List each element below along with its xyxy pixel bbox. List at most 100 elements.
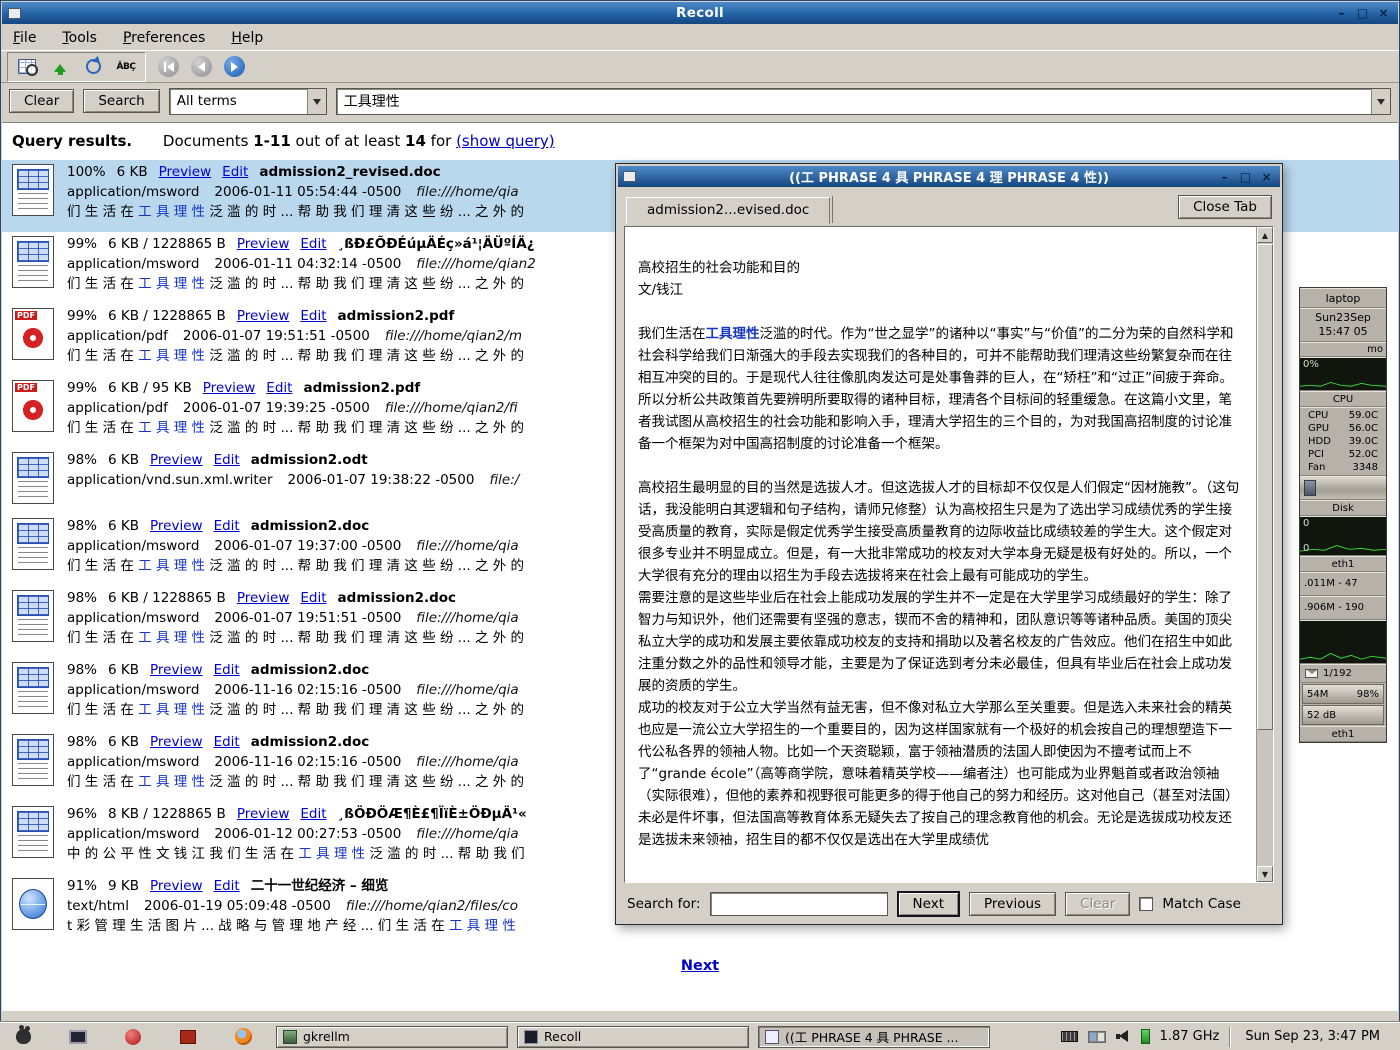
- search-input[interactable]: [344, 93, 1372, 109]
- memory-percent: 98%: [1357, 689, 1379, 700]
- close-button[interactable]: ×: [1375, 6, 1392, 21]
- result-preview-link[interactable]: Preview: [237, 806, 290, 822]
- preview-maximize-button[interactable]: □: [1237, 169, 1254, 184]
- query-combo[interactable]: [336, 88, 1391, 115]
- show-query-link[interactable]: (show query): [456, 132, 555, 150]
- titlebar[interactable]: Recoll – □ ×: [2, 2, 1398, 24]
- minimize-button[interactable]: –: [1333, 6, 1350, 21]
- result-preview-link[interactable]: Preview: [203, 380, 256, 396]
- clear-button[interactable]: Clear: [9, 89, 74, 113]
- pager-icon[interactable]: [1088, 1031, 1106, 1043]
- result-preview-link[interactable]: Preview: [150, 452, 203, 468]
- preview-scrollbar[interactable]: ▲ ▼: [1256, 227, 1273, 882]
- close-tab-button[interactable]: Close Tab: [1178, 195, 1272, 219]
- scroll-up-icon[interactable]: ▲: [1257, 227, 1273, 243]
- gkrellm-krell-slider[interactable]: [1300, 476, 1386, 500]
- firefox-icon[interactable]: [232, 1026, 254, 1048]
- taskbar-task-recoll[interactable]: Recoll: [517, 1026, 749, 1048]
- result-pct: 99%: [67, 308, 97, 324]
- result-preview-link[interactable]: Preview: [150, 518, 203, 534]
- snippet-post: 泛 滥 的 时 ... 帮 助 我 们 理 清 这 些 纷 ... 之 外 的: [205, 774, 524, 790]
- search-button[interactable]: Search: [83, 89, 159, 113]
- result-preview-link[interactable]: Preview: [237, 236, 290, 252]
- history-icon[interactable]: [81, 55, 105, 79]
- find-input[interactable]: [710, 892, 888, 916]
- preview-close-button[interactable]: ×: [1258, 169, 1275, 184]
- result-preview-link[interactable]: Preview: [237, 590, 290, 606]
- memory-meter[interactable]: 54M 98%: [1302, 684, 1384, 704]
- result-edit-link[interactable]: Edit: [300, 236, 326, 252]
- snippet-pre: 们 生 活 在: [67, 420, 138, 436]
- result-preview-link[interactable]: Preview: [159, 164, 212, 180]
- gkrellm-clock: Sun23Sep 15:47 05: [1300, 308, 1386, 342]
- scroll-down-icon[interactable]: ▼: [1257, 866, 1273, 882]
- result-mime: application/msword: [67, 682, 199, 698]
- next-page-link[interactable]: Next: [681, 958, 719, 974]
- find-next-button[interactable]: Next: [897, 891, 960, 917]
- preview-content[interactable]: 高校招生的社会功能和目的 文/钱江 我们生活在工具理性泛滥的时代。作为“世之显学…: [625, 227, 1256, 882]
- display-icon[interactable]: [67, 1026, 89, 1048]
- taskbar: gkrellm Recoll ((工 PHRASE 4 具 PHRASE ...…: [0, 1022, 1400, 1050]
- preview-titlebar[interactable]: ((工 PHRASE 4 具 PHRASE 4 理 PHRASE 4 性)) –…: [618, 166, 1280, 187]
- result-edit-link[interactable]: Edit: [214, 878, 240, 894]
- menu-preferences[interactable]: Preferences: [123, 30, 205, 46]
- result-range: 1-11: [253, 132, 291, 150]
- power-icon[interactable]: [1141, 1029, 1150, 1044]
- gkrellm-monitor[interactable]: laptop Sun23Sep 15:47 05 mo 0% CPU CPU59…: [1299, 287, 1387, 743]
- chevron-down-icon[interactable]: [307, 89, 326, 114]
- snippet-post: 泛 滥 的 时 ... 帮 助 我 们 理 清 这 些 纷 ... 之 外 的: [205, 204, 524, 220]
- search-mode-select[interactable]: All terms: [169, 88, 327, 115]
- media-player-icon[interactable]: [122, 1026, 144, 1048]
- search-bar: Clear Search All terms: [1, 83, 1399, 119]
- sort-ascending-icon[interactable]: [48, 55, 72, 79]
- result-edit-link[interactable]: Edit: [214, 452, 240, 468]
- menu-help[interactable]: Help: [231, 30, 263, 46]
- find-clear-button[interactable]: Clear: [1065, 892, 1130, 916]
- preview-minimize-button[interactable]: –: [1216, 169, 1233, 184]
- result-preview-link[interactable]: Preview: [150, 734, 203, 750]
- result-edit-link[interactable]: Edit: [266, 380, 292, 396]
- disk-label: Disk: [1300, 500, 1386, 516]
- pdf-file-icon: [12, 308, 54, 360]
- package-icon[interactable]: [177, 1026, 199, 1048]
- match-case-checkbox[interactable]: [1139, 897, 1153, 911]
- result-mime: application/vnd.sun.xml.writer: [67, 472, 273, 488]
- table-search-icon[interactable]: [15, 55, 39, 79]
- sensor-list: CPU59.0C GPU56.0C HDD39.0C PCI52.0C Fan3…: [1300, 407, 1386, 476]
- result-edit-link[interactable]: Edit: [222, 164, 248, 180]
- mail-monitor[interactable]: 1/192: [1300, 664, 1386, 683]
- signal-meter[interactable]: 52 dB: [1302, 705, 1384, 725]
- snippet-post: 泛 滥 的 时 ... 帮 助 我 们 理 清 这 些 纷 ... 之 外 的: [205, 420, 524, 436]
- taskbar-clock[interactable]: Sun Sep 23, 3:47 PM: [1241, 1029, 1390, 1044]
- footprint-icon[interactable]: [12, 1026, 34, 1048]
- maximize-button[interactable]: □: [1354, 6, 1371, 21]
- result-edit-link[interactable]: Edit: [214, 734, 240, 750]
- menu-file[interactable]: File: [13, 30, 36, 46]
- docs-word: Documents: [163, 132, 249, 150]
- result-edit-link[interactable]: Edit: [300, 590, 326, 606]
- scrollbar-track[interactable]: [1257, 243, 1273, 866]
- gkrellm-hostname: laptop: [1300, 288, 1386, 308]
- previous-page-icon[interactable]: [191, 56, 212, 77]
- result-preview-link[interactable]: Preview: [150, 878, 203, 894]
- next-page-icon[interactable]: [224, 56, 245, 77]
- menu-tools[interactable]: Tools: [62, 30, 97, 46]
- result-preview-link[interactable]: Preview: [237, 308, 290, 324]
- scrollbar-thumb[interactable]: [1257, 244, 1273, 730]
- gkrellm-time: 15:47 05: [1303, 325, 1383, 339]
- taskbar-task-preview[interactable]: ((工 PHRASE 4 具 PHRASE ...: [758, 1026, 990, 1048]
- result-edit-link[interactable]: Edit: [214, 662, 240, 678]
- taskbar-task-gkrellm[interactable]: gkrellm: [276, 1026, 508, 1048]
- result-preview-link[interactable]: Preview: [150, 662, 203, 678]
- first-page-icon[interactable]: [158, 56, 179, 77]
- chevron-down-icon[interactable]: [1371, 89, 1390, 114]
- result-edit-link[interactable]: Edit: [300, 308, 326, 324]
- volume-icon[interactable]: [1116, 1030, 1131, 1043]
- find-previous-button[interactable]: Previous: [969, 892, 1056, 916]
- keyboard-icon[interactable]: [1061, 1031, 1078, 1042]
- spellcheck-icon[interactable]: ÂBÇ: [114, 55, 138, 79]
- result-edit-link[interactable]: Edit: [214, 518, 240, 534]
- memory-used: 54M: [1307, 689, 1328, 700]
- result-edit-link[interactable]: Edit: [300, 806, 326, 822]
- preview-tab[interactable]: admission2...evised.doc: [626, 197, 830, 224]
